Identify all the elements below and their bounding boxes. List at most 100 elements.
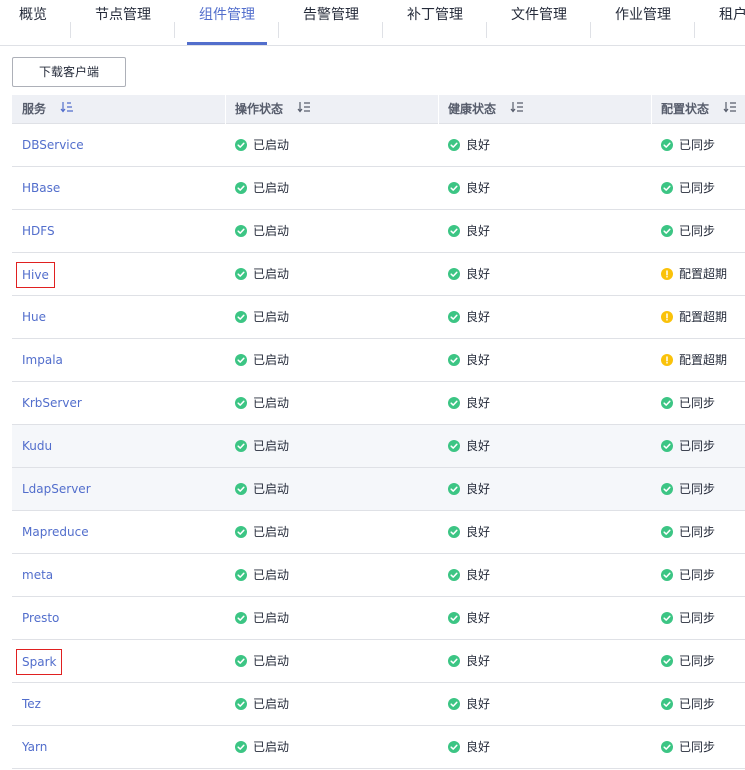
status-cell: 已启动 bbox=[235, 339, 289, 381]
status: 已同步 bbox=[661, 167, 715, 209]
column-header-label: 配置状态 bbox=[661, 102, 710, 116]
tab-overview[interactable]: 概览 bbox=[19, 0, 47, 45]
table-row: Presto 已启动 良好 已同步 bbox=[12, 597, 745, 640]
status-text: 已同步 bbox=[679, 611, 716, 625]
service-cell: HBase bbox=[22, 167, 60, 209]
status-cell: 配置超期 bbox=[661, 339, 727, 381]
tab-nodes[interactable]: 节点管理 bbox=[95, 0, 151, 45]
tab-components[interactable]: 组件管理 bbox=[199, 0, 255, 45]
tab-patches[interactable]: 补丁管理 bbox=[407, 0, 463, 45]
status-cell: 已同步 bbox=[661, 210, 715, 252]
tab-bar: 概览 节点管理 组件管理 告警管理 补丁管理 文件管理 作业管理 租户 bbox=[0, 0, 745, 46]
sort-icon[interactable] bbox=[510, 95, 524, 124]
check-circle-icon bbox=[661, 655, 673, 667]
status-text: 已启动 bbox=[253, 396, 290, 410]
column-divider bbox=[438, 95, 439, 124]
status: 良好 bbox=[448, 124, 490, 166]
status-cell: 已同步 bbox=[661, 554, 715, 596]
tab-files[interactable]: 文件管理 bbox=[511, 0, 567, 45]
status-cell: 已同步 bbox=[661, 726, 715, 768]
service-link[interactable]: KrbServer bbox=[22, 396, 82, 410]
service-link[interactable]: Presto bbox=[22, 611, 59, 625]
status-text: 已同步 bbox=[679, 525, 716, 539]
service-link[interactable]: HBase bbox=[22, 181, 60, 195]
tab-divider bbox=[694, 22, 695, 38]
check-circle-icon bbox=[235, 569, 247, 581]
service-link[interactable]: Hive bbox=[16, 261, 55, 288]
status: 良好 bbox=[448, 296, 490, 338]
sort-icon[interactable] bbox=[297, 95, 311, 124]
service-link[interactable]: Yarn bbox=[22, 740, 47, 754]
service-cell: Hive bbox=[16, 253, 55, 295]
status: 良好 bbox=[448, 210, 490, 252]
status-cell: 已同步 bbox=[661, 683, 715, 725]
tab-divider bbox=[174, 22, 175, 38]
service-link[interactable]: meta bbox=[22, 568, 53, 582]
status-cell: 已启动 bbox=[235, 210, 289, 252]
check-circle-icon bbox=[661, 139, 673, 151]
service-cell: Hue bbox=[22, 296, 46, 338]
column-divider bbox=[651, 95, 652, 124]
status-text: 良好 bbox=[466, 396, 491, 410]
status: 已同步 bbox=[661, 597, 715, 639]
table-row: LdapServer 已启动 良好 已同步 bbox=[12, 468, 745, 511]
tab-jobs[interactable]: 作业管理 bbox=[615, 0, 671, 45]
status-text: 良好 bbox=[466, 439, 491, 453]
table-body: DBService 已启动 良好 已同步 HBase 已启动 良好 已同步 HDFS 已启动 良好已… bbox=[12, 124, 745, 769]
service-cell: Presto bbox=[22, 597, 59, 639]
service-link[interactable]: DBService bbox=[22, 138, 84, 152]
status-text: 配置超期 bbox=[679, 267, 728, 281]
status: 已启动 bbox=[235, 597, 289, 639]
status: 配置超期 bbox=[661, 339, 727, 381]
status-text: 已同步 bbox=[679, 568, 716, 582]
status: 已同步 bbox=[661, 683, 715, 725]
status-cell: 良好 bbox=[448, 210, 490, 252]
status-text: 良好 bbox=[466, 525, 491, 539]
service-cell: Mapreduce bbox=[22, 511, 89, 553]
check-circle-icon bbox=[661, 483, 673, 495]
tab-divider bbox=[278, 22, 279, 38]
tab-tenants[interactable]: 租户 bbox=[719, 0, 745, 45]
column-header-op-status: 操作状态 bbox=[235, 95, 311, 124]
download-client-button[interactable]: 下载客户端 bbox=[12, 57, 126, 87]
tab-divider bbox=[486, 22, 487, 38]
service-cell: LdapServer bbox=[22, 468, 91, 510]
service-link[interactable]: HDFS bbox=[22, 224, 55, 238]
status-cell: 良好 bbox=[448, 511, 490, 553]
status: 已启动 bbox=[235, 640, 289, 682]
status: 已同步 bbox=[661, 468, 715, 510]
service-link[interactable]: Mapreduce bbox=[22, 525, 89, 539]
status-text: 良好 bbox=[466, 611, 491, 625]
status-cell: 已同步 bbox=[661, 167, 715, 209]
service-link[interactable]: Hue bbox=[22, 310, 46, 324]
sort-icon[interactable] bbox=[60, 95, 74, 124]
status: 已同步 bbox=[661, 382, 715, 424]
status-cell: 良好 bbox=[448, 253, 490, 295]
status-cell: 已同步 bbox=[661, 382, 715, 424]
service-cell: HDFS bbox=[22, 210, 55, 252]
status-cell: 良好 bbox=[448, 726, 490, 768]
status-text: 已启动 bbox=[253, 525, 290, 539]
status: 良好 bbox=[448, 597, 490, 639]
status: 良好 bbox=[448, 683, 490, 725]
status-cell: 已同步 bbox=[661, 597, 715, 639]
service-link[interactable]: Impala bbox=[22, 353, 63, 367]
sort-icon[interactable] bbox=[723, 95, 737, 124]
status-text: 已启动 bbox=[253, 138, 290, 152]
tab-divider bbox=[382, 22, 383, 38]
status: 已启动 bbox=[235, 382, 289, 424]
status-cell: 良好 bbox=[448, 124, 490, 166]
status-text: 良好 bbox=[466, 267, 491, 281]
tab-alarms[interactable]: 告警管理 bbox=[303, 0, 359, 45]
service-link[interactable]: Kudu bbox=[22, 439, 52, 453]
service-link[interactable]: Tez bbox=[22, 697, 41, 711]
check-circle-icon bbox=[661, 397, 673, 409]
service-link[interactable]: Spark bbox=[15, 648, 63, 675]
check-circle-icon bbox=[235, 612, 247, 624]
service-link[interactable]: LdapServer bbox=[22, 482, 91, 496]
active-tab-indicator bbox=[187, 42, 267, 45]
check-circle-icon bbox=[661, 698, 673, 710]
status-text: 良好 bbox=[466, 568, 491, 582]
check-circle-icon bbox=[448, 698, 460, 710]
check-circle-icon bbox=[661, 741, 673, 753]
